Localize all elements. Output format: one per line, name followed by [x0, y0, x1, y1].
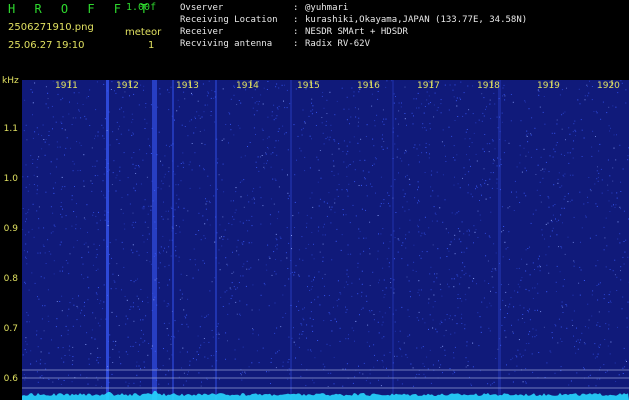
info-value: Radix RV-62V	[305, 39, 371, 49]
x-tick-label: 1919	[537, 81, 560, 91]
interference-band	[152, 80, 157, 400]
x-tick-label: 1916	[357, 81, 380, 91]
noise-speckle	[22, 80, 629, 387]
x-tick-label: 1920	[597, 81, 620, 91]
x-tick-label: 1917	[417, 81, 440, 91]
info-key: Ovserver	[180, 3, 224, 13]
x-tick-label: 1912	[116, 81, 139, 91]
interference-band	[290, 80, 292, 400]
x-tick-label: 1914	[236, 81, 259, 91]
y-tick-label: 1.1	[3, 124, 18, 134]
spectrogram-canvas	[22, 80, 629, 400]
file-time: 25.06.27 19:10	[8, 40, 85, 51]
meteor-label: meteor	[125, 27, 162, 38]
interference-band	[106, 80, 109, 400]
info-sep: :	[293, 3, 299, 13]
meteor-count: 1	[148, 40, 155, 51]
station-info: Ovserver: @yuhmari Receiving Location: kur…	[180, 2, 527, 50]
spectrogram-plot	[22, 80, 629, 400]
info-row-observer: Ovserver: @yuhmari	[180, 2, 527, 14]
y-axis-unit: kHz	[2, 76, 19, 86]
info-sep: :	[293, 39, 299, 49]
y-tick-label: 0.8	[3, 274, 18, 284]
info-row-antenna: Recviving antenna: Radix RV-62V	[180, 38, 527, 50]
info-value: NESDR SMArt + HDSDR	[305, 27, 408, 37]
x-tick-label: 1911	[55, 81, 78, 91]
y-tick-label: 1.0	[3, 174, 18, 184]
x-tick-label: 1915	[297, 81, 320, 91]
info-key: Recviving antenna	[180, 39, 273, 49]
info-key: Receiving Location	[180, 15, 278, 25]
y-tick-label: 0.6	[3, 374, 18, 384]
y-tick-label: 0.7	[3, 324, 18, 334]
y-tick-label: 0.9	[3, 224, 18, 234]
app-version: 1.00f	[126, 2, 157, 13]
info-row-receiver: Receiver: NESDR SMArt + HDSDR	[180, 26, 527, 38]
info-sep: :	[293, 15, 299, 25]
info-row-location: Receiving Location: kurashiki,Okayama,JAP…	[180, 14, 527, 26]
info-sep: :	[293, 27, 299, 37]
file-name: 2506271910.png	[8, 22, 94, 33]
x-tick-label: 1913	[176, 81, 199, 91]
info-value: @yuhmari	[305, 3, 349, 13]
info-key: Receiver	[180, 27, 224, 37]
header-left: H R O F F T 1.00f 2506271910.png meteor …	[8, 0, 178, 60]
signal-baseline	[22, 391, 629, 400]
x-tick-label: 1918	[477, 81, 500, 91]
info-value: kurashiki,Okayama,JAPAN (133.77E, 34.58N…	[305, 15, 528, 25]
